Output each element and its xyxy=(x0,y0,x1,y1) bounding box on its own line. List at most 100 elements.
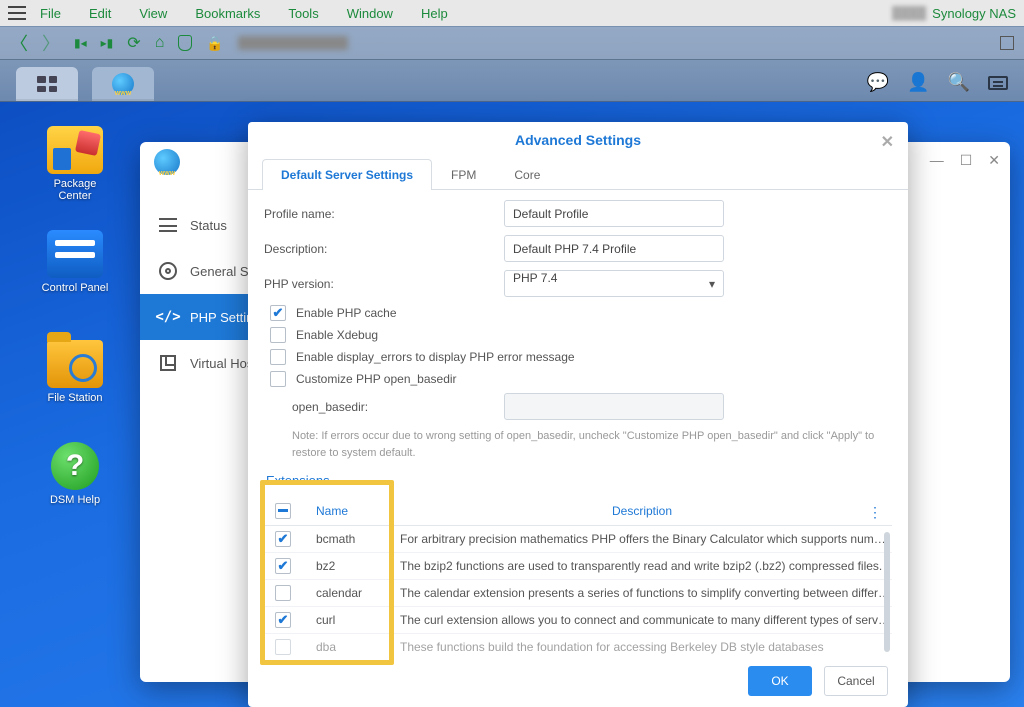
menu-view[interactable]: View xyxy=(139,6,167,21)
extensions-menu-icon[interactable]: ⋮ xyxy=(868,504,882,521)
table-row: bcmath For arbitrary precision mathemati… xyxy=(264,526,892,553)
php-version-select[interactable]: PHP 7.4 xyxy=(504,270,724,297)
window-minimize-button[interactable]: — xyxy=(930,152,944,169)
modal-close-button[interactable]: ✕ xyxy=(881,132,894,152)
window-close-button[interactable]: ✕ xyxy=(988,152,1000,169)
extensions-select-all-checkbox[interactable] xyxy=(275,503,291,519)
extension-name: bz2 xyxy=(312,559,392,573)
tab-core[interactable]: Core xyxy=(495,159,559,190)
tab-webstation[interactable] xyxy=(92,67,154,101)
tab-dashboard[interactable] xyxy=(16,67,78,101)
enable-xdebug-label: Enable Xdebug xyxy=(296,328,378,342)
menu-tools[interactable]: Tools xyxy=(288,6,318,21)
profile-name-input[interactable] xyxy=(504,200,724,227)
extension-checkbox[interactable] xyxy=(275,612,291,628)
menu-edit[interactable]: Edit xyxy=(89,6,111,21)
widgets-icon[interactable] xyxy=(988,76,1008,90)
first-button[interactable]: ▮◂ xyxy=(74,36,87,50)
customize-open-basedir-checkbox[interactable] xyxy=(270,371,286,387)
modal-tabs: Default Server Settings FPM Core xyxy=(248,158,908,190)
globe-icon xyxy=(112,73,134,95)
page-title-blurred: ████ xyxy=(892,6,926,20)
page-title: Synology NAS xyxy=(932,6,1016,21)
cancel-button[interactable]: Cancel xyxy=(824,666,888,696)
extension-description: The curl extension allows you to connect… xyxy=(392,613,892,627)
forward-button[interactable]: 〉 xyxy=(42,30,60,56)
toolbar-extra-icon[interactable] xyxy=(1000,36,1014,50)
sidebar-item-label: Virtual Host xyxy=(190,356,257,371)
hamburger-icon[interactable] xyxy=(8,6,26,20)
back-button[interactable]: 〈 xyxy=(10,30,28,56)
table-row: calendar The calendar extension presents… xyxy=(264,580,892,607)
enable-cache-label: Enable PHP cache xyxy=(296,306,397,320)
description-input[interactable] xyxy=(504,235,724,262)
sidebar-item-label: Status xyxy=(190,218,227,233)
menu-window[interactable]: Window xyxy=(347,6,393,21)
desktop-icon-package-center[interactable]: Package Center xyxy=(30,126,120,202)
menu-file[interactable]: File xyxy=(40,6,61,21)
extensions-header-description[interactable]: Description xyxy=(392,504,892,518)
dsm-help-icon xyxy=(51,442,99,490)
extensions-heading: Extensions xyxy=(266,473,892,488)
extension-checkbox[interactable] xyxy=(275,639,291,655)
shield-icon[interactable] xyxy=(178,35,192,51)
enable-cache-checkbox[interactable] xyxy=(270,305,286,321)
ok-button[interactable]: OK xyxy=(748,666,812,696)
modal-title: Advanced Settings xyxy=(515,132,641,148)
user-icon[interactable]: 👤 xyxy=(907,72,929,93)
grid-icon xyxy=(37,76,57,92)
extension-description: For arbitrary precision mathematics PHP … xyxy=(392,532,892,546)
extension-description: These functions build the foundation for… xyxy=(392,640,892,654)
profile-name-label: Profile name: xyxy=(264,207,504,221)
tab-default-server[interactable]: Default Server Settings xyxy=(262,159,432,190)
lock-icon[interactable]: 🔒 xyxy=(206,35,223,52)
gear-icon xyxy=(159,262,177,280)
extensions-scrollbar[interactable] xyxy=(884,532,890,652)
extension-checkbox[interactable] xyxy=(275,558,291,574)
extension-name: bcmath xyxy=(312,532,392,546)
window-maximize-button[interactable]: ☐ xyxy=(960,152,973,169)
desktop-icon-label: Control Panel xyxy=(30,282,120,294)
address-bar-blurred[interactable] xyxy=(238,36,348,50)
extensions-header-name[interactable]: Name xyxy=(312,504,392,518)
code-icon: </> xyxy=(158,307,178,327)
file-station-icon xyxy=(47,340,103,388)
extensions-table: Name Description ⋮ bcmath For arbitrary … xyxy=(264,496,892,655)
control-panel-icon xyxy=(47,230,103,278)
extension-name: dba xyxy=(312,640,392,654)
open-basedir-note: Note: If errors occur due to wrong setti… xyxy=(292,428,892,461)
enable-display-errors-label: Enable display_errors to display PHP err… xyxy=(296,350,575,364)
desktop-icon-file-station[interactable]: File Station xyxy=(30,340,120,404)
chat-icon[interactable]: 💬 xyxy=(867,72,889,93)
desktop-icon-label: File Station xyxy=(30,392,120,404)
dsm-desktop: Package Center Control Panel File Statio… xyxy=(0,102,1024,707)
tab-fpm[interactable]: FPM xyxy=(432,159,495,190)
desktop-icon-control-panel[interactable]: Control Panel xyxy=(30,230,120,294)
description-label: Description: xyxy=(264,242,504,256)
reload-button[interactable]: ⟳ xyxy=(127,33,140,53)
advanced-settings-modal: Advanced Settings ✕ Default Server Setti… xyxy=(248,122,908,707)
home-button[interactable]: ⌂ xyxy=(155,34,165,52)
enable-display-errors-checkbox[interactable] xyxy=(270,349,286,365)
extension-name: curl xyxy=(312,613,392,627)
vhost-icon xyxy=(160,355,176,371)
extension-name: calendar xyxy=(312,586,392,600)
search-icon[interactable]: 🔍 xyxy=(948,72,970,93)
enable-xdebug-checkbox[interactable] xyxy=(270,327,286,343)
globe-icon xyxy=(154,149,180,175)
last-button[interactable]: ▸▮ xyxy=(101,36,114,50)
extension-checkbox[interactable] xyxy=(275,531,291,547)
desktop-icon-label: DSM Help xyxy=(30,494,120,506)
extension-description: The bzip2 functions are used to transpar… xyxy=(392,559,892,573)
open-basedir-label: open_basedir: xyxy=(292,400,504,414)
extension-description: The calendar extension presents a series… xyxy=(392,586,892,600)
desktop-icon-dsm-help[interactable]: DSM Help xyxy=(30,442,120,506)
menu-help[interactable]: Help xyxy=(421,6,448,21)
menu-bookmarks[interactable]: Bookmarks xyxy=(195,6,260,21)
extension-checkbox[interactable] xyxy=(275,585,291,601)
browser-menu-bar: File Edit View Bookmarks Tools Window He… xyxy=(0,0,1024,26)
desktop-icon-label: Package Center xyxy=(30,178,120,202)
list-icon xyxy=(159,218,177,232)
package-center-icon xyxy=(47,126,103,174)
table-row: bz2 The bzip2 functions are used to tran… xyxy=(264,553,892,580)
